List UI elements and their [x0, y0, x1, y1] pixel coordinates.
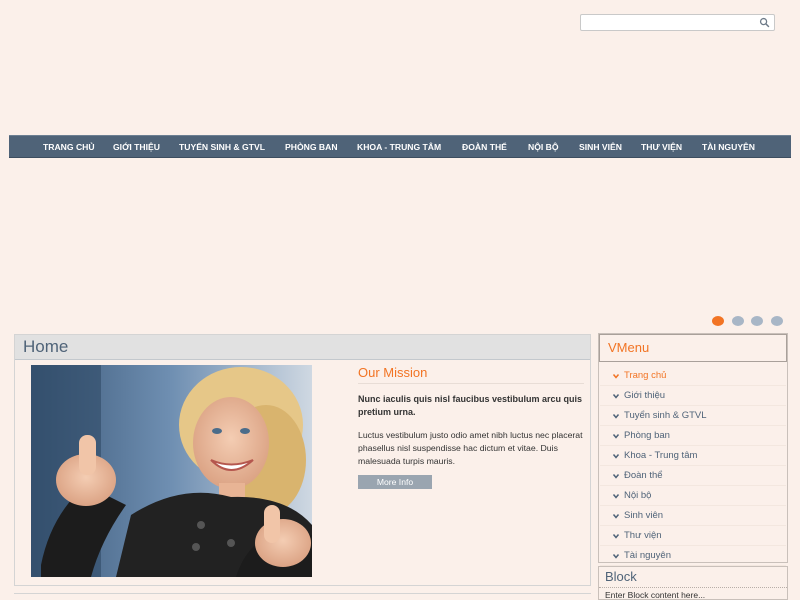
chevron-down-icon — [612, 454, 620, 459]
chevron-down-icon — [612, 554, 620, 559]
main-navigation: TRANG CHỦ GIỚI THIỆU TUYỂN SINH & GTVL P… — [9, 135, 791, 158]
vmenu-item-label: Khoa - Trung tâm — [624, 450, 698, 461]
vmenu-item-label: Thư viện — [624, 530, 662, 541]
vmenu-item[interactable]: Tài nguyên — [600, 546, 786, 566]
main-content: Home Our Mission Nunc iaculis quis nisl … — [14, 334, 591, 586]
vmenu-item[interactable]: Phòng ban — [600, 426, 786, 446]
chevron-down-icon — [612, 514, 620, 519]
block-title: Block — [599, 567, 787, 588]
woman-thumbs-up-image — [31, 365, 312, 577]
page-title: Home — [23, 337, 69, 356]
vmenu-item-label: Tài nguyên — [624, 550, 672, 561]
nav-item-tai-nguyen[interactable]: TÀI NGUYÊN — [702, 136, 755, 158]
nav-item-sinh-vien[interactable]: SINH VIÊN — [579, 136, 622, 158]
content-block: Block Enter Block content here... — [598, 566, 788, 600]
vmenu-item[interactable]: Trang chủ — [600, 366, 786, 386]
vmenu-item-label: Đoàn thể — [624, 470, 663, 481]
vmenu-item-label: Nội bộ — [624, 490, 652, 501]
vmenu-item[interactable]: Giới thiệu — [600, 386, 786, 406]
chevron-down-icon — [612, 434, 620, 439]
slider-dot-1[interactable] — [712, 316, 724, 326]
vmenu-item-label: Trang chủ — [624, 370, 667, 381]
nav-item-tuyen-sinh[interactable]: TUYỂN SINH & GTVL — [179, 136, 265, 158]
main-header: Home — [15, 335, 590, 360]
vmenu-item[interactable]: Sinh viên — [600, 506, 786, 526]
block-content: Enter Block content here... — [605, 590, 706, 600]
chevron-down-icon — [612, 394, 620, 399]
nav-item-phong-ban[interactable]: PHÒNG BAN — [285, 136, 338, 158]
more-info-button[interactable]: More Info — [358, 475, 432, 489]
search-box[interactable] — [580, 14, 775, 33]
main-bottom-divider — [14, 593, 591, 600]
slider-dot-2[interactable] — [732, 316, 744, 326]
chevron-down-icon — [612, 374, 620, 379]
vmenu-item[interactable]: Đoàn thể — [600, 466, 786, 486]
mission-section: Our Mission Nunc iaculis quis nisl fauci… — [358, 365, 584, 489]
search-icon[interactable] — [759, 17, 770, 28]
chevron-down-icon — [612, 494, 620, 499]
chevron-down-icon — [612, 474, 620, 479]
chevron-down-icon — [612, 414, 620, 419]
nav-item-thu-vien[interactable]: THƯ VIỆN — [641, 136, 682, 158]
nav-item-trang-chu[interactable]: TRANG CHỦ — [43, 136, 95, 158]
nav-item-noi-bo[interactable]: NỘI BỘ — [528, 136, 559, 158]
mission-body: Luctus vestibulum justo odio amet nibh l… — [358, 430, 583, 466]
vmenu-item[interactable]: Nội bộ — [600, 486, 786, 506]
vmenu-item-label: Sinh viên — [624, 510, 664, 521]
hero-photo — [31, 365, 312, 577]
vmenu-item-label: Tuyển sinh & GTVL — [624, 410, 707, 421]
vmenu-item[interactable]: Khoa - Trung tâm — [600, 446, 786, 466]
vmenu-title: VMenu — [599, 334, 787, 362]
chevron-down-icon — [612, 534, 620, 539]
mission-lead: Nunc iaculis quis nisl faucibus vestibul… — [358, 394, 583, 417]
vmenu-item[interactable]: Thư viện — [600, 526, 786, 546]
vmenu-block: VMenu Trang chủ Giới thiệu Tuyển sinh & GT… — [598, 333, 788, 566]
nav-item-doan-the[interactable]: ĐOÀN THỂ — [462, 136, 507, 158]
mission-heading: Our Mission — [358, 365, 584, 384]
vmenu-item-label: Giới thiệu — [624, 390, 666, 401]
vmenu-item[interactable]: Tuyển sinh & GTVL — [600, 406, 786, 426]
nav-item-gioi-thieu[interactable]: GIỚI THIỆU — [113, 136, 160, 158]
nav-item-khoa-trung-tam[interactable]: KHOA - TRUNG TÂM — [357, 136, 441, 158]
search-input[interactable] — [581, 18, 751, 33]
slider-dot-3[interactable] — [751, 316, 763, 326]
vmenu-item-label: Phòng ban — [624, 430, 670, 441]
slider-dot-4[interactable] — [771, 316, 783, 326]
